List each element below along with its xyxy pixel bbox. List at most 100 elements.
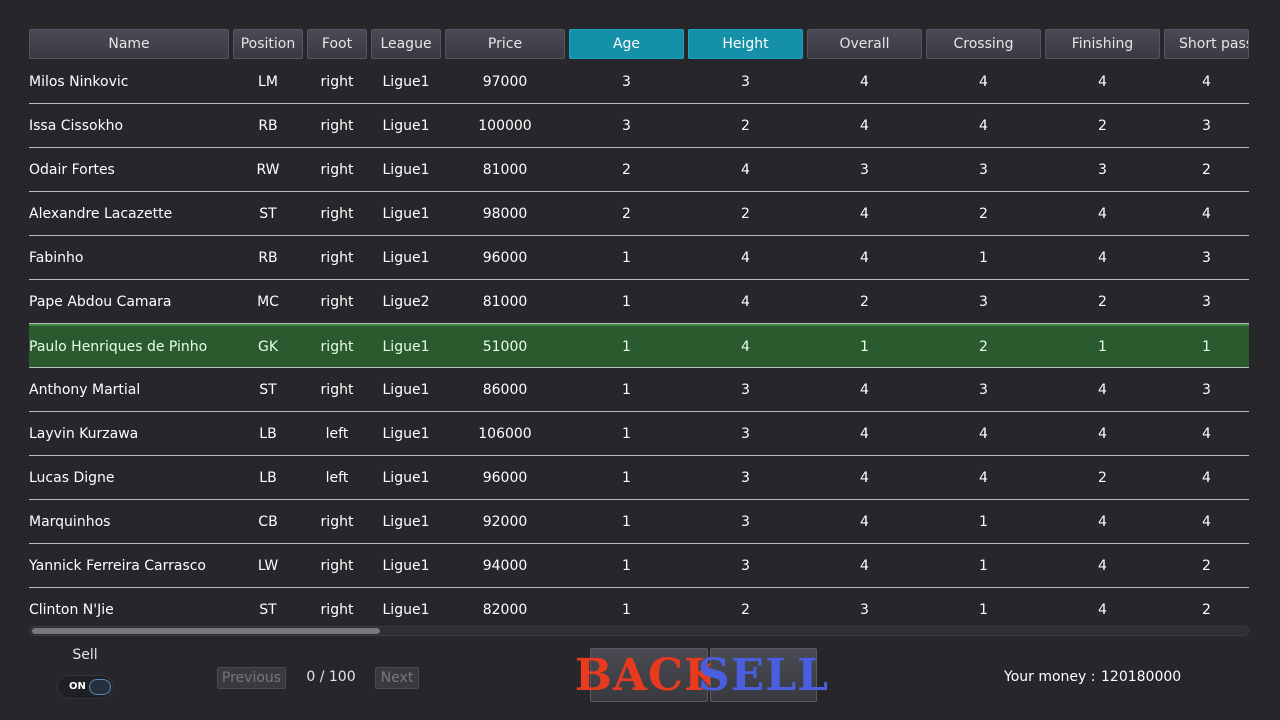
cell-height: 4	[741, 293, 750, 310]
previous-button[interactable]: Previous	[217, 667, 286, 689]
money-label: Your money :	[1004, 669, 1096, 685]
cell-finishing: 4	[1098, 513, 1107, 530]
cell-height: 4	[741, 338, 750, 355]
table-row[interactable]: Pape Abdou Camara MC right Ligue2 81000 1 4 2 3 2…	[29, 280, 1249, 324]
cell-overall: 2	[860, 293, 869, 310]
cell-name: Layvin Kurzawa	[29, 425, 139, 442]
cell-short-passi: 2	[1202, 557, 1211, 574]
cell-position: ST	[259, 205, 277, 222]
cell-price: 81000	[482, 161, 528, 178]
cell-overall: 4	[860, 513, 869, 530]
money-value: 120180000	[1101, 669, 1182, 685]
column-header-short-passi[interactable]: Short passi	[1164, 29, 1249, 59]
table-header: Name Position Foot League Price Age Height Over…	[29, 28, 1249, 60]
cell-foot: right	[320, 117, 354, 134]
cell-price: 94000	[482, 557, 528, 574]
cell-crossing: 4	[979, 425, 988, 442]
column-header-overall[interactable]: Overall	[807, 29, 922, 59]
cell-position: LM	[258, 73, 278, 90]
cell-name: Pape Abdou Camara	[29, 293, 172, 310]
cell-position: RB	[258, 249, 278, 266]
cell-overall: 3	[860, 601, 869, 618]
cell-position: LB	[259, 469, 277, 486]
cell-height: 3	[741, 73, 750, 90]
cell-foot: right	[320, 338, 354, 355]
cell-league: Ligue1	[382, 205, 430, 222]
cell-crossing: 2	[979, 205, 988, 222]
cell-height: 3	[741, 381, 750, 398]
cell-crossing: 1	[979, 601, 988, 618]
cell-overall: 4	[860, 425, 869, 442]
cell-name: Paulo Henriques de Pinho	[29, 338, 208, 355]
table-row[interactable]: Fabinho RB right Ligue1 96000 1 4 4 1 4 3	[29, 236, 1249, 280]
cell-age: 1	[622, 381, 631, 398]
table-row[interactable]: Marquinhos CB right Ligue1 92000 1 3 4 1 4 4	[29, 500, 1249, 544]
cell-age: 2	[622, 161, 631, 178]
table-row[interactable]: Issa Cissokho RB right Ligue1 100000 3 2 4 4 2 3	[29, 104, 1249, 148]
table-row[interactable]: Odair Fortes RW right Ligue1 81000 2 4 3 3 3 2	[29, 148, 1249, 192]
column-header-position[interactable]: Position	[233, 29, 303, 59]
cell-league: Ligue1	[382, 557, 430, 574]
cell-foot: right	[320, 381, 354, 398]
cell-overall: 4	[860, 469, 869, 486]
cell-overall: 4	[860, 249, 869, 266]
cell-crossing: 1	[979, 513, 988, 530]
cell-name: Lucas Digne	[29, 469, 115, 486]
column-header-finishing[interactable]: Finishing	[1045, 29, 1160, 59]
toggle-state-text: ON	[69, 681, 86, 692]
cell-short-passi: 3	[1202, 293, 1211, 310]
column-header-crossing[interactable]: Crossing	[926, 29, 1041, 59]
cell-price: 96000	[482, 469, 528, 486]
cell-crossing: 2	[979, 338, 988, 355]
cell-finishing: 4	[1098, 381, 1107, 398]
sell-toggle[interactable]: ON	[57, 675, 113, 699]
column-header-name[interactable]: Name	[29, 29, 229, 59]
cell-price: 106000	[478, 425, 532, 442]
cell-name: Fabinho	[29, 249, 84, 266]
table-row[interactable]: Milos Ninkovic LM right Ligue1 97000 3 3 4 4 4 4	[29, 60, 1249, 104]
cell-height: 3	[741, 513, 750, 530]
column-header-age[interactable]: Age	[569, 29, 684, 59]
cell-league: Ligue1	[382, 469, 430, 486]
cell-overall: 1	[860, 338, 869, 355]
cell-foot: right	[320, 249, 354, 266]
cell-height: 3	[741, 469, 750, 486]
cell-foot: right	[320, 557, 354, 574]
cell-age: 1	[622, 469, 631, 486]
cell-position: LW	[257, 557, 279, 574]
cell-short-passi: 4	[1202, 425, 1211, 442]
cell-price: 86000	[482, 381, 528, 398]
table-row[interactable]: Paulo Henriques de Pinho GK right Ligue1 510…	[29, 324, 1249, 368]
column-header-league[interactable]: League	[371, 29, 441, 59]
cell-foot: right	[320, 601, 354, 618]
cell-position: GK	[257, 338, 279, 355]
table-row[interactable]: Anthony Martial ST right Ligue1 86000 1 3 4 3 4 3	[29, 368, 1249, 412]
cell-age: 3	[622, 73, 631, 90]
cell-short-passi: 3	[1202, 117, 1211, 134]
cell-crossing: 3	[979, 161, 988, 178]
column-header-foot[interactable]: Foot	[307, 29, 367, 59]
cell-price: 92000	[482, 513, 528, 530]
cell-league: Ligue1	[382, 161, 430, 178]
table-row[interactable]: Layvin Kurzawa LB left Ligue1 106000 1 3 4 4 4 4	[29, 412, 1249, 456]
toggle-knob	[89, 679, 111, 695]
column-header-height[interactable]: Height	[688, 29, 803, 59]
cell-position: RB	[258, 117, 278, 134]
table-row[interactable]: Lucas Digne LB left Ligue1 96000 1 3 4 4 2 4	[29, 456, 1249, 500]
sell-button[interactable]: SELL	[698, 648, 828, 702]
horizontal-scrollbar[interactable]	[29, 626, 1249, 636]
table-row[interactable]: Clinton N'Jie ST right Ligue1 82000 1 2 3 1 4 2	[29, 588, 1249, 625]
cell-overall: 4	[860, 557, 869, 574]
scrollbar-thumb[interactable]	[32, 628, 380, 634]
column-header-price[interactable]: Price	[445, 29, 565, 59]
table-row[interactable]: Yannick Ferreira Carrasco LW right Ligue1 94…	[29, 544, 1249, 588]
cell-short-passi: 2	[1202, 161, 1211, 178]
cell-overall: 4	[860, 205, 869, 222]
cell-foot: right	[320, 293, 354, 310]
next-button[interactable]: Next	[375, 667, 419, 689]
cell-short-passi: 1	[1202, 338, 1211, 355]
back-button[interactable]: BACK	[575, 648, 722, 702]
table-row[interactable]: Alexandre Lacazette ST right Ligue1 98000 2 2 4…	[29, 192, 1249, 236]
cell-league: Ligue1	[382, 73, 430, 90]
cell-price: 97000	[482, 73, 528, 90]
